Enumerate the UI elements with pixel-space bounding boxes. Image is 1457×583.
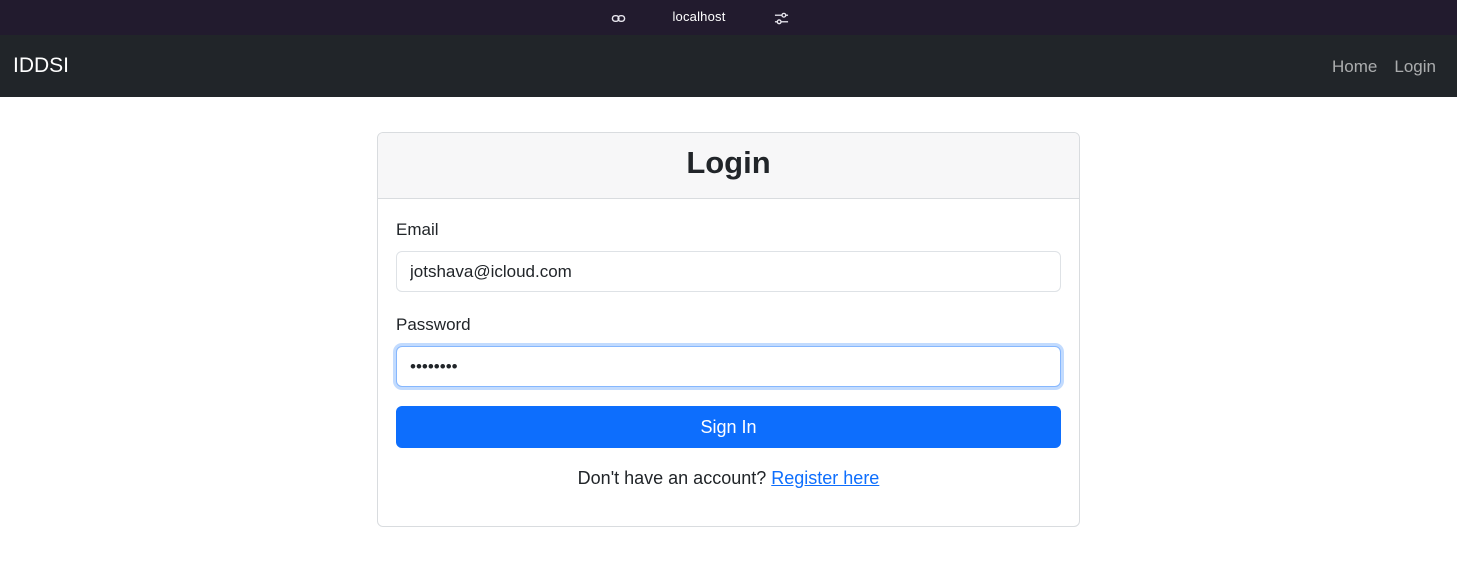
nav-link-home[interactable]: Home bbox=[1332, 56, 1377, 78]
register-prompt-text: Don't have an account? bbox=[577, 468, 767, 488]
password-field[interactable] bbox=[396, 346, 1061, 387]
password-label: Password bbox=[396, 315, 471, 334]
login-card-header: Login bbox=[378, 133, 1079, 199]
login-card: Login Email Password Sign In Don't have … bbox=[377, 132, 1080, 527]
nav-links: Home Login bbox=[1332, 56, 1436, 78]
brand-logo-link[interactable]: IDDSI bbox=[13, 54, 69, 78]
browser-address-bar: localhost bbox=[0, 0, 1457, 35]
link-icon[interactable] bbox=[610, 10, 626, 26]
register-prompt-line: Don't have an account? Register here bbox=[378, 468, 1079, 489]
browser-host-text[interactable]: localhost bbox=[640, 9, 758, 24]
email-label: Email bbox=[396, 220, 439, 239]
top-navbar: IDDSI Home Login bbox=[0, 35, 1457, 97]
tune-icon[interactable] bbox=[773, 10, 789, 26]
email-field[interactable] bbox=[396, 251, 1061, 292]
sign-in-button[interactable]: Sign In bbox=[396, 406, 1061, 448]
register-link[interactable]: Register here bbox=[771, 468, 879, 488]
nav-link-login[interactable]: Login bbox=[1394, 56, 1436, 78]
login-title: Login bbox=[686, 145, 771, 180]
